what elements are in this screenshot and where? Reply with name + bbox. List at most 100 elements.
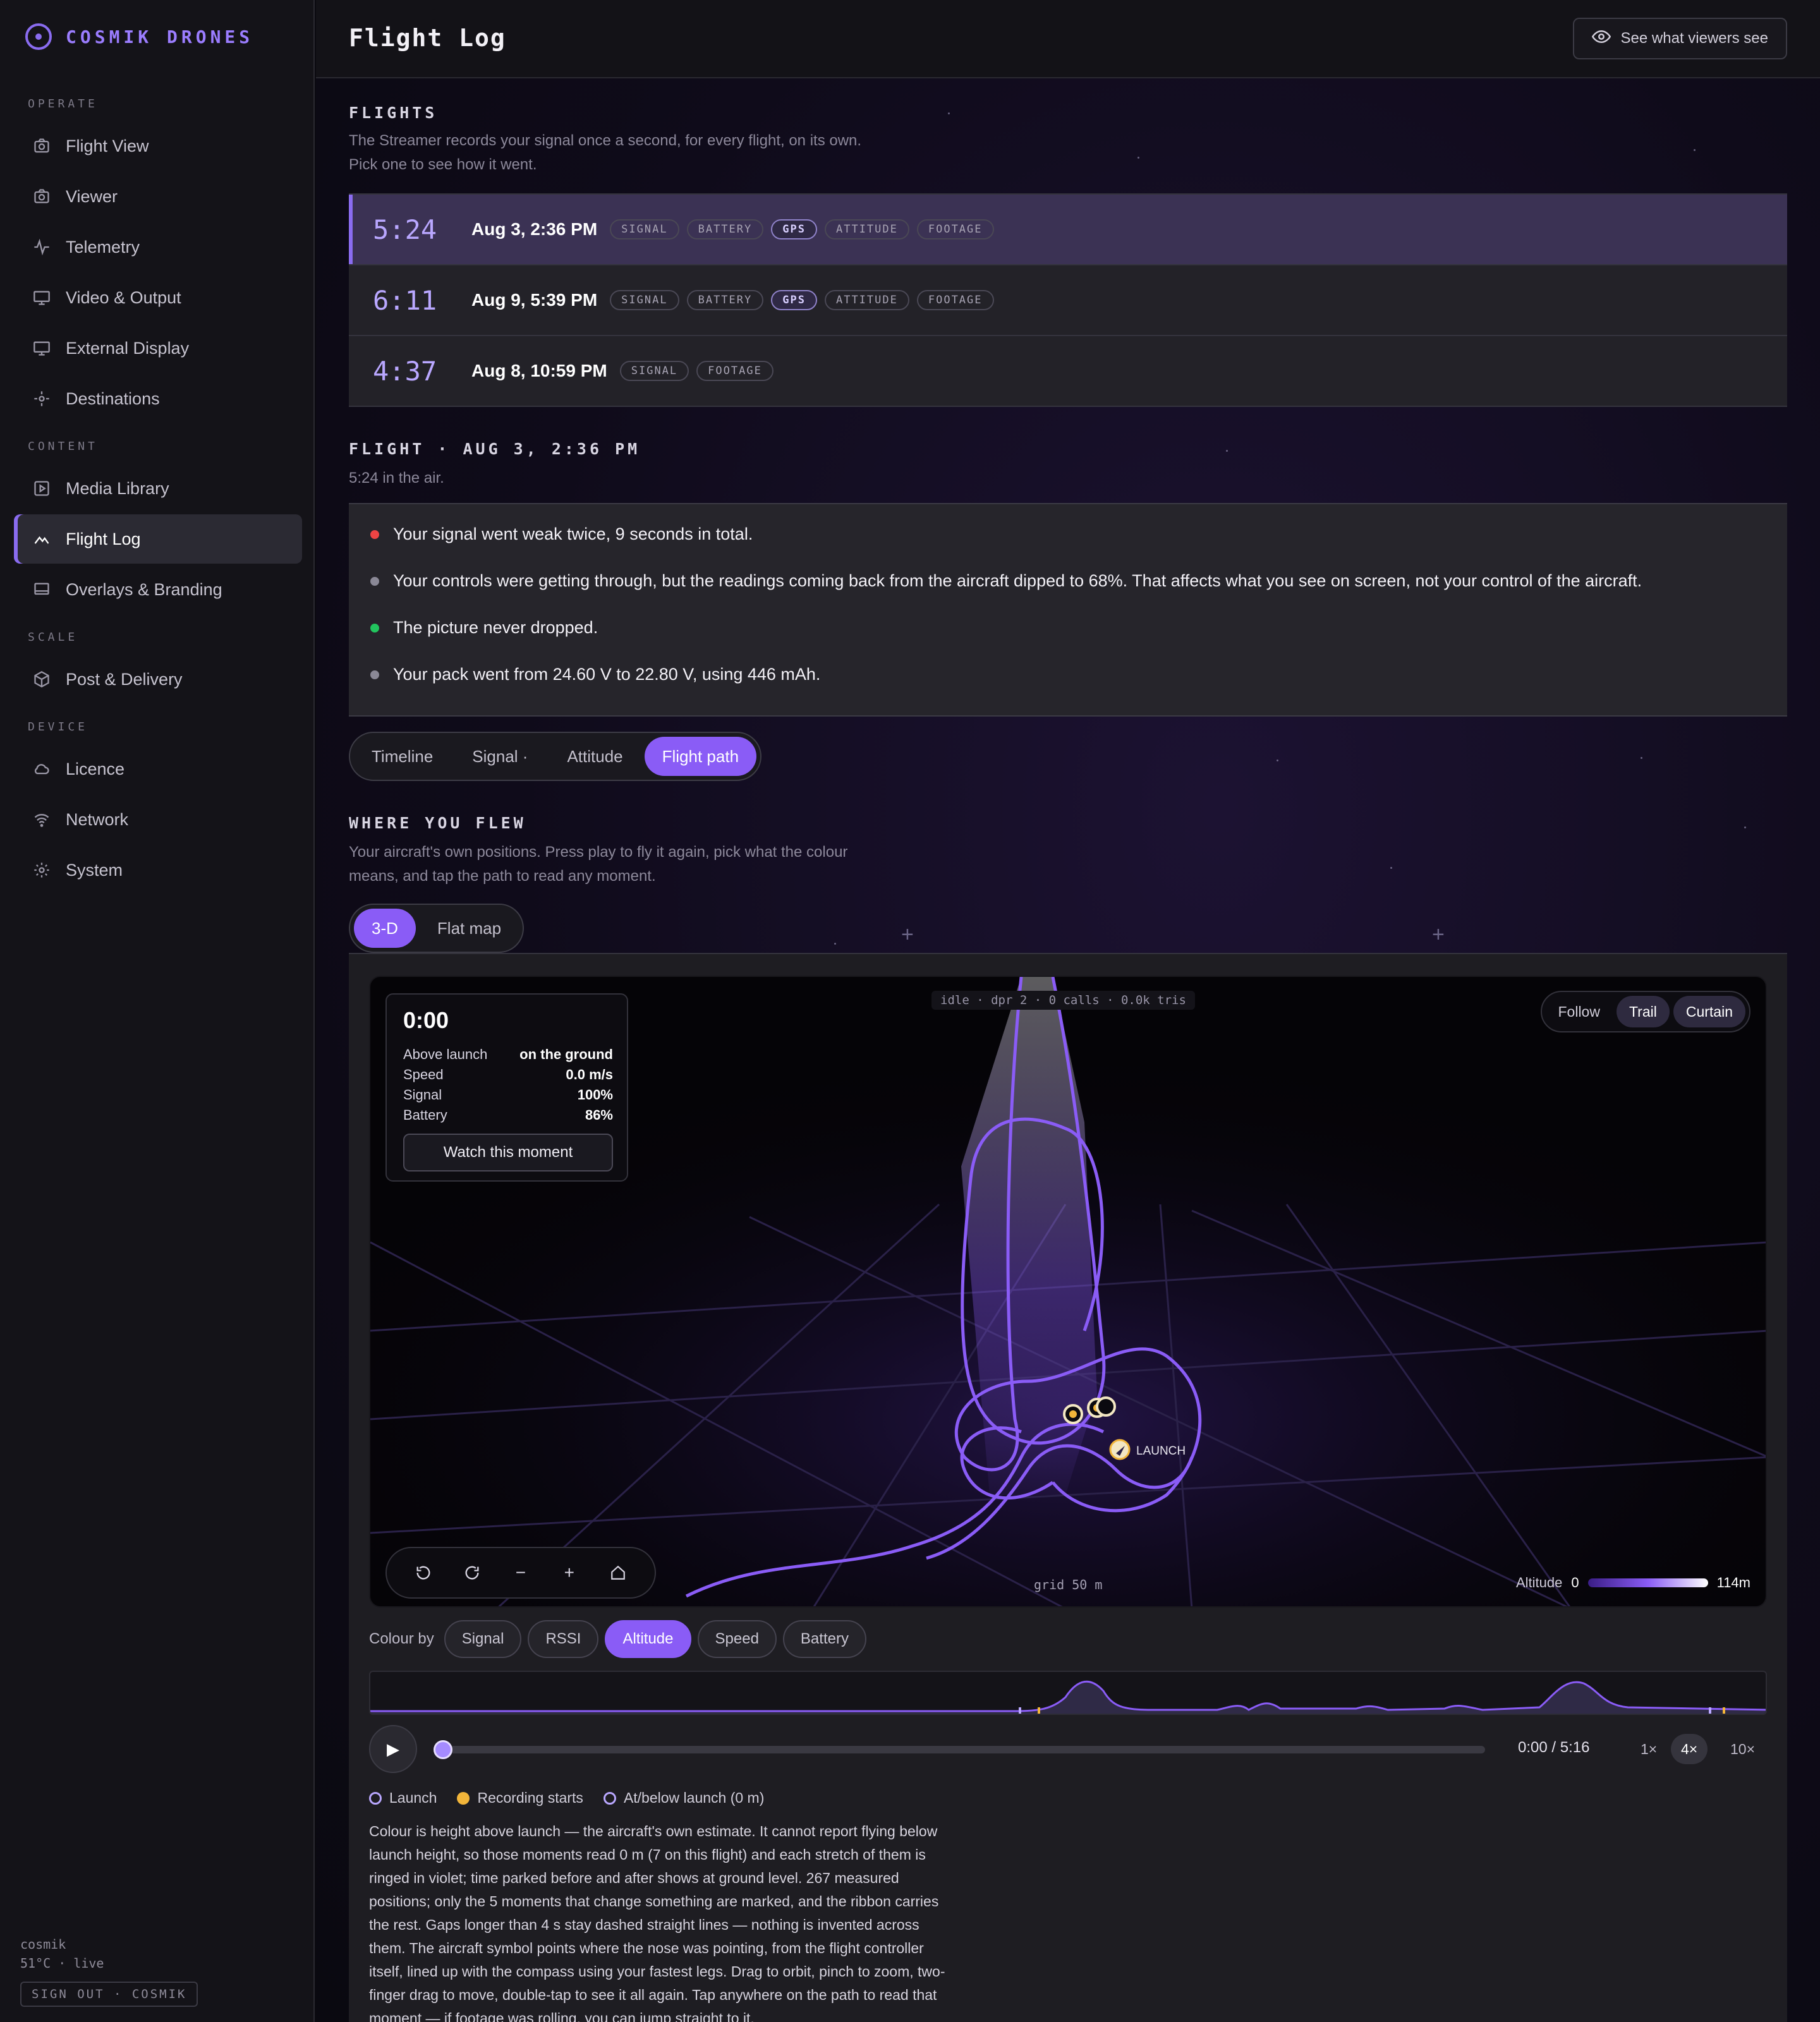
flights-subtitle: The Streamer records your signal once a …	[349, 129, 861, 177]
play-button[interactable]: ▶	[369, 1725, 417, 1773]
trail-button[interactable]: Trail	[1616, 996, 1670, 1027]
eye-icon	[1591, 27, 1611, 51]
path-legend: Launch Recording starts At/below launch …	[369, 1789, 773, 1807]
zoom-out-icon[interactable]: −	[507, 1559, 535, 1587]
colour-speed-button[interactable]: Speed	[697, 1620, 777, 1658]
where-subtitle: Your aircraft's own positions. Press pla…	[349, 840, 847, 888]
sidebar-item-flight-view[interactable]: Flight View	[14, 121, 302, 171]
home-icon[interactable]	[604, 1559, 632, 1587]
status-dot	[370, 576, 379, 586]
tab-flight-path[interactable]: Flight path	[644, 737, 757, 776]
camera-controls: − +	[385, 1547, 656, 1599]
altitude-min: 0	[1571, 1575, 1579, 1590]
sidebar-item-media-library[interactable]: Media Library	[14, 464, 302, 513]
analysis-tabs: Timeline Signal · Attitude Flight path	[349, 732, 762, 781]
zoom-in-icon[interactable]: +	[555, 1559, 583, 1587]
camera-icon	[32, 136, 52, 156]
readout-label: Signal	[403, 1087, 442, 1103]
follow-button[interactable]: Follow	[1546, 996, 1613, 1027]
sidebar-item-destinations[interactable]: Destinations	[14, 374, 302, 423]
grid-scale-label: grid 50 m	[1034, 1577, 1103, 1592]
sidebar-item-label: Overlays & Branding	[66, 579, 222, 599]
brand[interactable]: COSMIK DRONES	[25, 23, 253, 51]
launch-ring-icon	[369, 1791, 382, 1805]
sign-out-button[interactable]: SIGN OUT · COSMIK	[20, 1982, 198, 2007]
flight-path-3d-view[interactable]: LAUNCH 0:00 Above launch on the ground Sp…	[369, 976, 1767, 1607]
moment-readout: 0:00 Above launch on the ground Speed 0.0 …	[385, 993, 628, 1182]
nav-section-content: CONTENT	[28, 440, 98, 453]
flight-chip: BATTERY	[686, 290, 764, 310]
sidebar-item-label: System	[66, 860, 123, 880]
sidebar-item-network[interactable]: Network	[14, 795, 302, 844]
sidebar-item-licence[interactable]: Licence	[14, 744, 302, 794]
star-decoration	[834, 943, 836, 945]
flight-row[interactable]: 6:11 Aug 9, 5:39 PM SIGNAL BATTERY GPS A…	[349, 265, 1787, 336]
altitude-gradient	[1587, 1578, 1708, 1587]
page-title: Flight Log	[349, 24, 506, 52]
sidebar-item-viewer[interactable]: Viewer	[14, 172, 302, 221]
rotate-left-icon[interactable]	[410, 1559, 437, 1587]
sidebar-item-system[interactable]: System	[14, 845, 302, 895]
sidebar-item-post-delivery[interactable]: Post & Delivery	[14, 655, 302, 704]
flight-chip: SIGNAL	[619, 361, 689, 381]
playback-time: 0:00 / 5:16	[1518, 1739, 1590, 1756]
flights-subtitle-line: Pick one to see how it went.	[349, 156, 537, 173]
colour-signal-button[interactable]: Signal	[444, 1620, 522, 1658]
readout-value: 86%	[585, 1107, 613, 1123]
readout-label: Above launch	[403, 1046, 488, 1062]
speed-1x-button[interactable]: 1×	[1630, 1734, 1667, 1764]
flight-duration: 4:37	[373, 355, 437, 387]
sidebar-item-label: Network	[66, 809, 129, 829]
playback-track[interactable]	[440, 1746, 1485, 1753]
tab-timeline[interactable]: Timeline	[354, 737, 451, 776]
sidebar-item-label: Licence	[66, 759, 125, 778]
colour-rssi-button[interactable]: RSSI	[528, 1620, 599, 1658]
colour-by-selector: Colour by Signal RSSI Altitude Speed Bat…	[369, 1620, 866, 1658]
watch-moment-button[interactable]: Watch this moment	[403, 1134, 613, 1171]
altitude-sparkline[interactable]	[369, 1671, 1767, 1715]
readout-time: 0:00	[403, 1007, 449, 1033]
sidebar-item-telemetry[interactable]: Telemetry	[14, 222, 302, 272]
flight-path-panel: LAUNCH 0:00 Above launch on the ground Sp…	[349, 953, 1787, 2022]
legend-label: Recording starts	[477, 1789, 583, 1806]
sidebar-item-video-output[interactable]: Video & Output	[14, 273, 302, 322]
sidebar-item-label: External Display	[66, 338, 190, 358]
tab-signal[interactable]: Signal ·	[454, 737, 545, 776]
readout-row: Speed 0.0 m/s	[403, 1067, 613, 1083]
rotate-right-icon[interactable]	[458, 1559, 486, 1587]
view-3d-button[interactable]: 3-D	[354, 909, 416, 948]
flight-row[interactable]: 5:24 Aug 3, 2:36 PM SIGNAL BATTERY GPS A…	[349, 195, 1787, 265]
sidebar-item-overlays-branding[interactable]: Overlays & Branding	[14, 565, 302, 614]
colour-battery-button[interactable]: Battery	[782, 1620, 866, 1658]
launch-marker[interactable]	[1109, 1439, 1131, 1460]
flight-chip: SIGNAL	[610, 290, 679, 310]
star-decoration	[1390, 867, 1392, 869]
sidebar-item-external-display[interactable]: External Display	[14, 324, 302, 373]
speed-10x-button[interactable]: 10×	[1720, 1734, 1765, 1764]
see-viewers-button[interactable]: See what viewers see	[1572, 18, 1787, 59]
altitude-legend: Altitude 0 114m	[1516, 1575, 1750, 1591]
star-decoration	[1694, 149, 1696, 151]
sidebar-item-flight-log[interactable]: Flight Log	[14, 514, 302, 564]
star-decoration	[1226, 450, 1228, 452]
playback-scrubber[interactable]	[434, 1740, 452, 1759]
colour-altitude-button[interactable]: Altitude	[605, 1620, 691, 1658]
device-status: 51°C · live	[20, 1956, 104, 1971]
nav-section-operate: OPERATE	[28, 97, 98, 111]
view-flat-map-button[interactable]: Flat map	[420, 909, 519, 948]
readout-row: Battery 86%	[403, 1107, 613, 1123]
flight-date: Aug 9, 5:39 PM	[471, 290, 598, 310]
speed-4x-button[interactable]: 4×	[1671, 1734, 1708, 1764]
flight-date: Aug 3, 2:36 PM	[471, 219, 598, 239]
flights-subtitle-line: The Streamer records your signal once a …	[349, 132, 862, 149]
readout-value: 0.0 m/s	[566, 1067, 613, 1082]
summary-item: Your signal went weak twice, 9 seconds i…	[370, 524, 753, 544]
altitude-max: 114m	[1716, 1575, 1750, 1590]
flight-date: Aug 8, 10:59 PM	[471, 361, 607, 380]
star-decoration	[1138, 157, 1139, 159]
session-info: cosmik 51°C · live	[20, 1935, 104, 1973]
flight-row[interactable]: 4:37 Aug 8, 10:59 PM SIGNAL FOOTAGE	[349, 336, 1787, 407]
curtain-button[interactable]: Curtain	[1673, 996, 1745, 1027]
tab-attitude[interactable]: Attitude	[549, 737, 640, 776]
sidebar-item-label: Destinations	[66, 389, 160, 408]
